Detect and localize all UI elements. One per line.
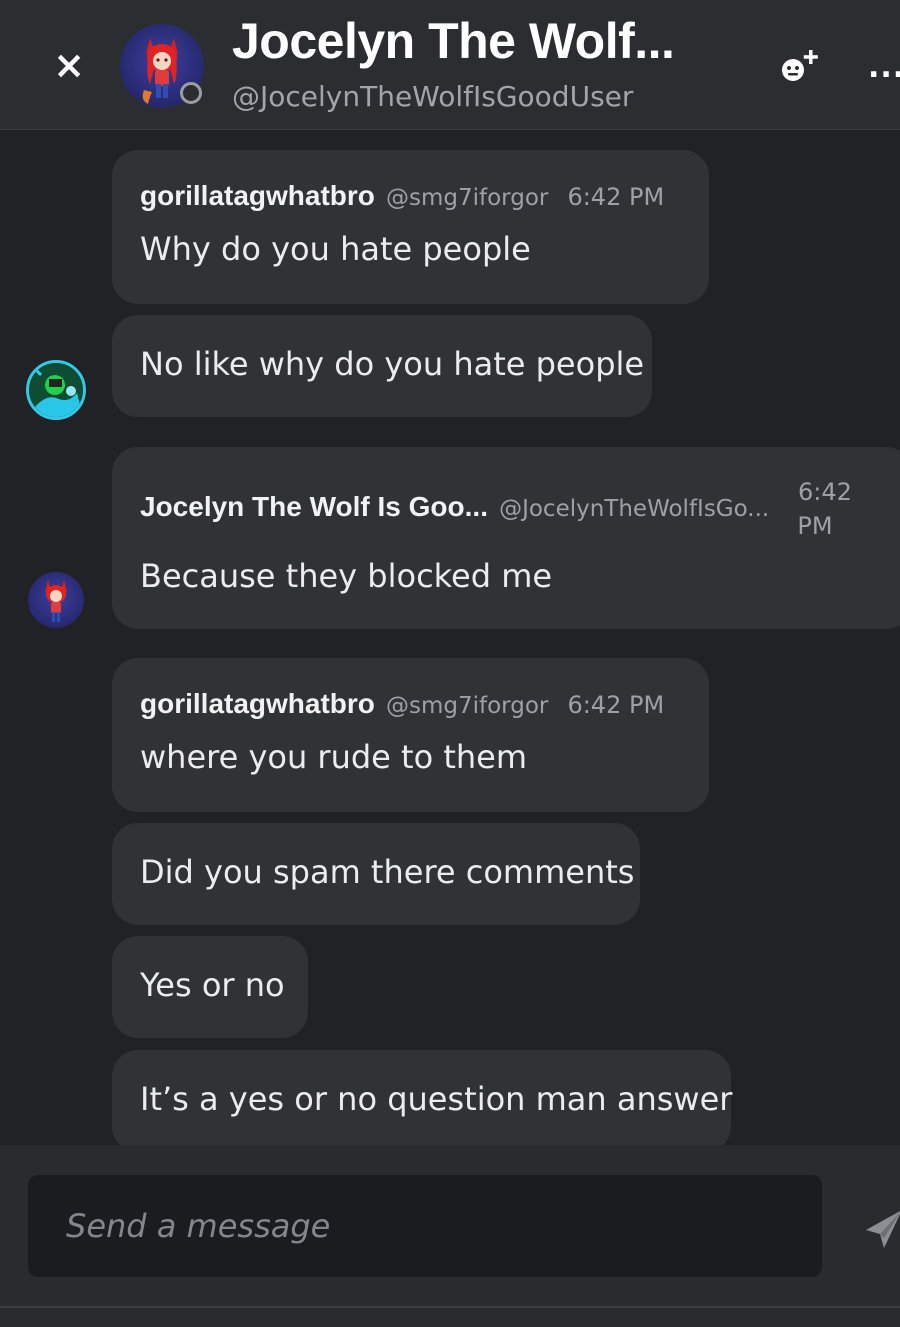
add-friend-button[interactable]	[776, 48, 824, 88]
message-author[interactable]: gorillatagwhatbro	[140, 180, 375, 211]
message-text: It’s a yes or no question man answer	[140, 1080, 733, 1118]
message-composer[interactable]	[28, 1175, 822, 1277]
wolf-character-image	[45, 580, 67, 622]
message-timestamp: 6:42 PM	[797, 478, 852, 540]
message-text: Because they blocked me	[140, 557, 553, 595]
more-icon: ...	[868, 50, 900, 85]
message-bubble[interactable]: No like why do you hate people	[112, 315, 652, 417]
offline-status-icon	[180, 82, 202, 104]
sender-avatar[interactable]	[26, 360, 86, 420]
message-text: Why do you hate people	[140, 230, 531, 268]
message-bubble[interactable]: It’s a yes or no question man answer	[112, 1050, 733, 1145]
send-button[interactable]	[862, 1200, 900, 1250]
message-list[interactable]: gorillatagwhatbro @smg7iforgor 6:42 PM W…	[0, 131, 900, 1145]
message-author[interactable]: Jocelyn The Wolf Is Goo...	[140, 491, 488, 522]
message-text: No like why do you hate people	[140, 345, 645, 383]
message-handle: @smg7iforgor	[386, 185, 549, 211]
bottom-divider	[0, 1306, 900, 1308]
message-handle: @smg7iforgor	[386, 693, 549, 719]
contact-handle: @JocelynTheWolfIsGoodUser	[232, 80, 634, 113]
close-button[interactable]: ×	[52, 46, 86, 84]
gorilla-avatar-image	[29, 363, 83, 417]
message-timestamp: 6:42 PM	[567, 183, 665, 211]
message-bubble[interactable]: gorillatagwhatbro @smg7iforgor 6:42 PM W…	[112, 150, 709, 304]
message-input[interactable]	[28, 1175, 822, 1277]
message-bubble[interactable]: Jocelyn The Wolf Is Goo... @JocelynTheWo…	[112, 447, 900, 629]
message-bubble[interactable]: Yes or no	[112, 936, 308, 1038]
close-icon[interactable]: ×	[53, 43, 85, 87]
sender-avatar[interactable]	[28, 572, 84, 628]
send-icon	[866, 1211, 900, 1248]
message-timestamp: 6:42 PM	[567, 691, 665, 719]
message-handle: @JocelynTheWolfIsGo...	[499, 496, 770, 522]
conversation-header: × Jocelyn The Wolf... @JocelynTheWolfIsG…	[0, 0, 900, 130]
message-text: Yes or no	[140, 966, 285, 1004]
message-text: Did you spam there comments	[140, 853, 635, 891]
conversation-title: Jocelyn The Wolf...	[232, 13, 675, 69]
message-bubble[interactable]: Did you spam there comments	[112, 823, 640, 925]
add-friend-icon	[782, 50, 818, 81]
message-bubble[interactable]: gorillatagwhatbro @smg7iforgor 6:42 PM w…	[112, 658, 709, 812]
message-text: where you rude to them	[140, 738, 528, 776]
message-author[interactable]: gorillatagwhatbro	[140, 688, 375, 719]
more-options-button[interactable]: ...	[868, 50, 900, 85]
